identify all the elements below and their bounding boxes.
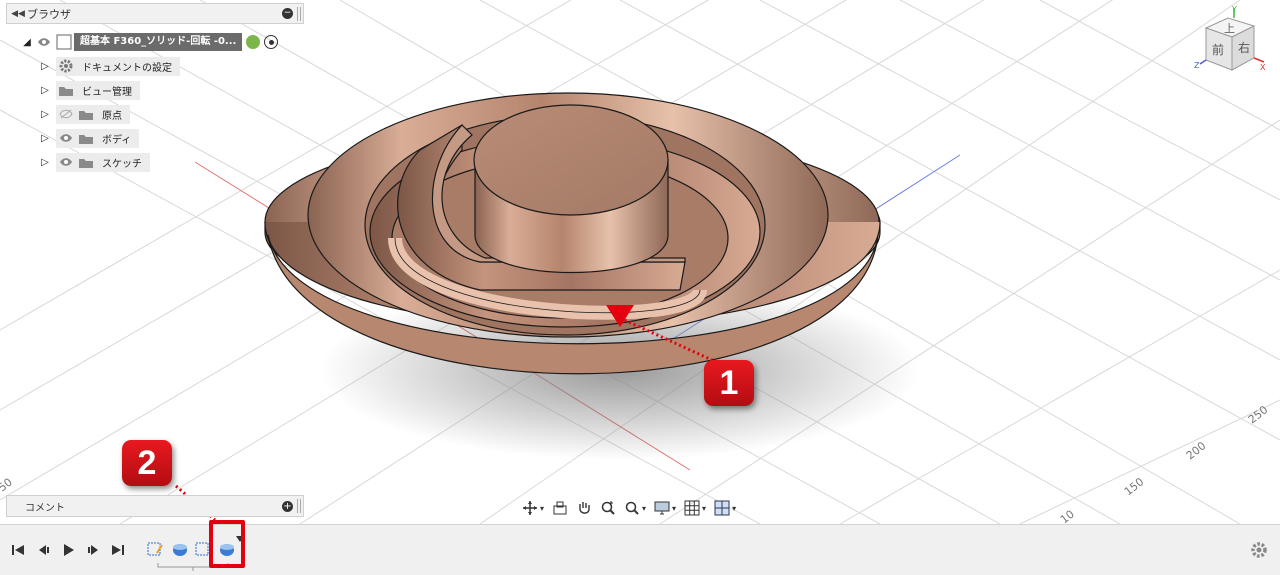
zoom-button[interactable]: [598, 497, 618, 519]
grid-label: 50: [0, 476, 15, 495]
component-icon: [54, 32, 74, 52]
grid-label: 200: [1184, 439, 1209, 462]
grid-settings-button[interactable]: ▾: [682, 497, 708, 519]
activate-radio-icon[interactable]: [264, 35, 279, 49]
orbit-icon: [523, 501, 537, 515]
orbit-button[interactable]: ▾: [520, 497, 546, 519]
timeline-sketch-1[interactable]: [147, 540, 165, 558]
model-scene: 250 200 150 10 50: [0, 0, 1280, 524]
fit-button[interactable]: ▾: [622, 497, 648, 519]
zoom-window-icon: [625, 501, 639, 515]
hidden-eye-icon[interactable]: [56, 104, 76, 124]
go-to-end-button[interactable]: [110, 542, 126, 558]
zoom-icon: [601, 501, 615, 515]
grid-icon: [684, 500, 700, 516]
folder-icon: [56, 80, 76, 100]
hand-icon: [579, 502, 590, 514]
timeline-revolve-1[interactable]: [171, 540, 189, 558]
expand-triangle-icon[interactable]: ▷: [38, 133, 52, 144]
viewcube[interactable]: Y Z X 上 前 右: [1192, 4, 1270, 74]
play-icon: [64, 544, 74, 556]
comments-panel[interactable]: コメント +: [6, 495, 304, 517]
sketch-icon: [147, 542, 163, 556]
folder-icon: [76, 104, 96, 124]
canvas-viewport[interactable]: 250 200 150 10 50 Y Z X 上 前 右 ◀◀ ブラウザ −: [0, 0, 1280, 524]
expand-triangle-icon[interactable]: ▷: [38, 61, 52, 72]
browser-item-label: ビュー管理: [82, 86, 132, 98]
eye-icon[interactable]: [56, 128, 76, 148]
go-to-start-button[interactable]: [10, 542, 26, 558]
drag-grip-icon[interactable]: [297, 6, 301, 21]
gear-icon: [56, 56, 76, 76]
eye-icon[interactable]: [34, 32, 54, 52]
browser-item-label: ドキュメントの設定: [82, 62, 172, 74]
axis-z-label: Z: [1194, 61, 1200, 70]
highlight-box: [209, 520, 245, 568]
timeline-settings-button[interactable]: [1250, 541, 1268, 559]
folder-icon: [76, 128, 96, 148]
grid-label: 10: [1058, 508, 1077, 524]
central-boss: [473, 104, 669, 274]
expand-triangle-icon[interactable]: ▷: [38, 157, 52, 168]
viewcube-top: 上: [1224, 22, 1235, 35]
monitor-icon: [654, 501, 670, 515]
step-back-icon: [39, 545, 49, 555]
pan-button[interactable]: [574, 497, 594, 519]
expand-triangle-icon[interactable]: ▷: [38, 85, 52, 96]
collapse-panel-icon[interactable]: ◀◀: [9, 9, 27, 19]
browser-item-label: 原点: [102, 110, 122, 122]
skip-start-icon: [12, 545, 24, 555]
minimize-icon[interactable]: −: [282, 8, 293, 19]
browser-root-row[interactable]: ◢ 超基本 F360_ソリッド-回転 -0...: [20, 32, 279, 52]
callout-1-badge: 1: [704, 360, 754, 406]
play-button[interactable]: [60, 542, 76, 558]
browser-item-sketches[interactable]: ▷ スケッチ: [38, 152, 150, 172]
skip-end-icon: [112, 545, 124, 555]
expand-triangle-icon[interactable]: ▷: [38, 109, 52, 120]
axis-y-label: Y: [1231, 5, 1237, 14]
eye-icon[interactable]: [56, 152, 76, 172]
browser-item-origin[interactable]: ▷ 原点: [38, 104, 130, 124]
viewports-button[interactable]: ▾: [712, 497, 738, 519]
comments-title: コメント: [25, 502, 65, 514]
axis-x-label: X: [1260, 63, 1266, 72]
revolve-icon: [173, 544, 187, 556]
look-at-button[interactable]: [550, 497, 570, 519]
step-forward-button[interactable]: [85, 542, 101, 558]
browser-item-bodies[interactable]: ▷ ボディ: [38, 128, 140, 148]
step-back-button[interactable]: [36, 542, 52, 558]
browser-title: ブラウザ: [27, 7, 71, 21]
drag-grip-icon[interactable]: [297, 499, 301, 513]
display-settings-button[interactable]: ▾: [652, 497, 678, 519]
gear-icon: [1251, 542, 1267, 558]
step-forward-icon: [88, 545, 98, 555]
version-badge-icon[interactable]: [246, 35, 261, 49]
callout-2-badge: 2: [122, 440, 172, 486]
browser-item-document-settings[interactable]: ▷ ドキュメントの設定: [38, 56, 180, 76]
browser-header[interactable]: ◀◀ ブラウザ −: [6, 3, 304, 24]
folder-icon: [76, 152, 96, 172]
grid-label: 150: [1122, 475, 1147, 498]
browser-item-label: スケッチ: [102, 158, 142, 170]
browser-item-view-management[interactable]: ▷ ビュー管理: [38, 80, 140, 100]
collapse-triangle-icon[interactable]: ◢: [20, 37, 34, 48]
root-component-label[interactable]: 超基本 F360_ソリッド-回転 -0...: [74, 33, 243, 51]
look-at-icon: [553, 501, 567, 515]
viewcube-right: 右: [1238, 40, 1250, 55]
navigation-toolbar: ▾ ▾ ▾ ▾ ▾: [520, 496, 738, 520]
add-comment-icon[interactable]: +: [282, 500, 293, 512]
viewports-icon: [714, 500, 730, 516]
viewcube-front: 前: [1212, 42, 1224, 57]
browser-item-label: ボディ: [102, 134, 132, 146]
timeline-bar: [0, 524, 1280, 575]
